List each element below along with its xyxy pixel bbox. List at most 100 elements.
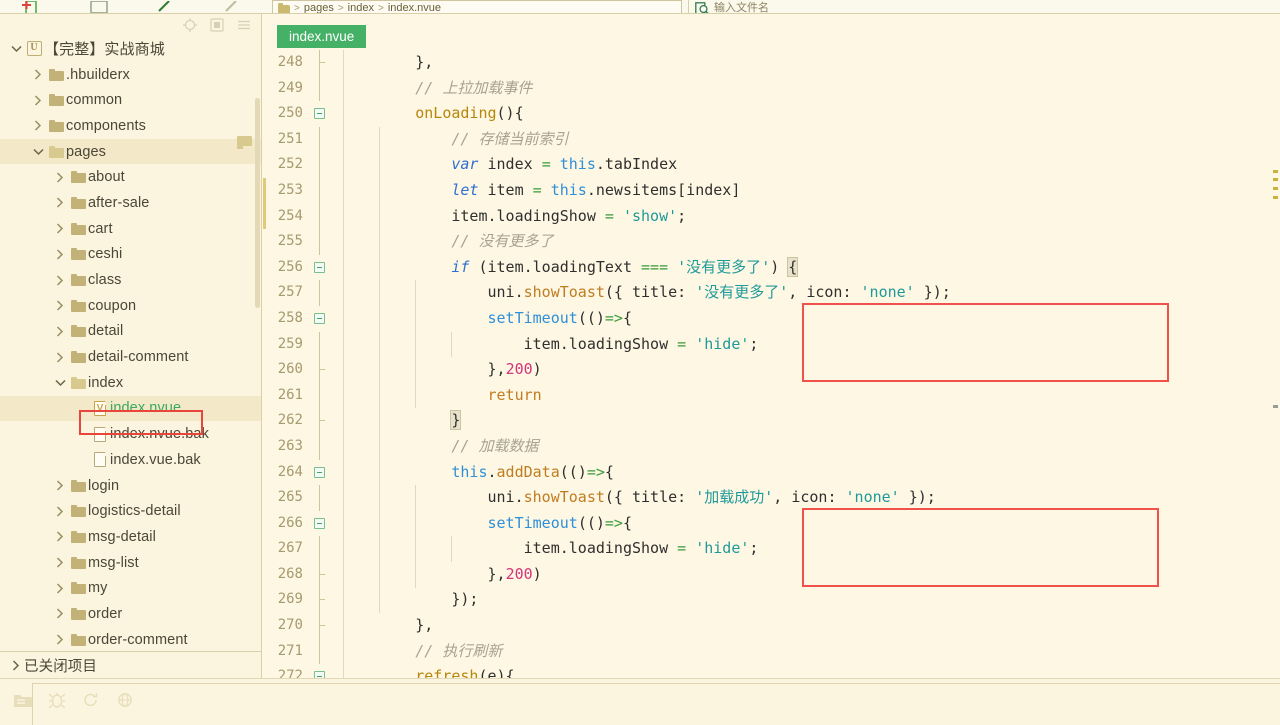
- code-text[interactable]: if (item.loadingText === '没有更多了') {: [334, 255, 1280, 281]
- code-text[interactable]: refresh(e){: [334, 664, 1280, 678]
- refresh-icon[interactable]: [74, 687, 108, 713]
- code-text[interactable]: let item = this.newsitems[index]: [334, 178, 1280, 204]
- sidebar-scrollbar-thumb[interactable]: [255, 98, 260, 308]
- chevron-right-icon[interactable]: [52, 606, 68, 622]
- fold-gutter[interactable]: [308, 126, 334, 153]
- code-text[interactable]: item.loadingShow = 'hide';: [334, 332, 1280, 358]
- breadcrumb-item-index[interactable]: index: [348, 3, 374, 14]
- fold-gutter[interactable]: [308, 587, 334, 614]
- code-text[interactable]: // 没有更多了: [334, 229, 1280, 255]
- back-icon[interactable]: [132, 0, 198, 13]
- code-line[interactable]: 251 // 存储当前索引: [263, 126, 1280, 153]
- code-line[interactable]: 249 // 上拉加载事件: [263, 75, 1280, 102]
- fold-gutter[interactable]: [308, 75, 334, 102]
- forward-icon[interactable]: [198, 0, 264, 13]
- chevron-right-icon[interactable]: [52, 298, 68, 314]
- chevron-right-icon[interactable]: [30, 92, 46, 108]
- code-text[interactable]: uni.showToast({ title: '没有更多了', icon: 'n…: [334, 280, 1280, 306]
- explorer-icon[interactable]: [6, 687, 40, 713]
- tree-item-msg-detail[interactable]: msg-detail: [0, 524, 261, 550]
- tree-item-detail-comment[interactable]: detail-comment: [0, 344, 261, 370]
- code-line[interactable]: 271 // 执行刷新: [263, 638, 1280, 665]
- fold-gutter[interactable]: [308, 177, 334, 204]
- chevron-right-icon[interactable]: [52, 195, 68, 211]
- tree-item-order-comment[interactable]: order-comment: [0, 627, 261, 653]
- fold-gutter[interactable]: [308, 331, 334, 358]
- fold-collapse-icon[interactable]: [314, 108, 325, 120]
- fold-gutter[interactable]: [308, 306, 334, 332]
- code-text[interactable]: setTimeout(()=>{: [334, 511, 1280, 537]
- code-line[interactable]: 252 var index = this.tabIndex: [263, 152, 1280, 178]
- new-file-icon[interactable]: [0, 0, 66, 13]
- tree-item-components[interactable]: components: [0, 113, 261, 139]
- code-text[interactable]: // 执行刷新: [334, 639, 1280, 665]
- code-text[interactable]: },: [334, 50, 1280, 76]
- tree-item-order[interactable]: order: [0, 601, 261, 627]
- fold-gutter[interactable]: [308, 638, 334, 665]
- code-line[interactable]: 269 });: [263, 587, 1280, 614]
- code-line[interactable]: 265 uni.showToast({ title: '加载成功', icon:…: [263, 485, 1280, 511]
- chevron-right-icon[interactable]: [52, 632, 68, 648]
- code-line[interactable]: 261 return: [263, 382, 1280, 409]
- code-line[interactable]: 266 setTimeout(()=>{: [263, 511, 1280, 537]
- code-line[interactable]: 260 },200): [263, 357, 1280, 383]
- chevron-right-icon[interactable]: [52, 323, 68, 339]
- tree-item-detail[interactable]: detail: [0, 319, 261, 345]
- tree-item-index-nvue[interactable]: index.nvue: [0, 395, 261, 422]
- chevron-right-icon[interactable]: [52, 503, 68, 519]
- fold-gutter[interactable]: [308, 511, 334, 537]
- code-text[interactable]: },200): [334, 357, 1280, 383]
- fold-collapse-icon[interactable]: [314, 261, 325, 273]
- code-line[interactable]: 250 onLoading(){: [263, 101, 1280, 127]
- tree-item-pages[interactable]: pages: [0, 135, 261, 165]
- code-line[interactable]: 272 refresh(e){: [263, 664, 1280, 678]
- code-line[interactable]: 270 },: [263, 613, 1280, 639]
- code-line[interactable]: 255 // 没有更多了: [263, 229, 1280, 255]
- code-line[interactable]: 257 uni.showToast({ title: '没有更多了', icon…: [263, 280, 1280, 306]
- fold-collapse-icon[interactable]: [314, 517, 325, 529]
- code-line[interactable]: 267 item.loadingShow = 'hide';: [263, 536, 1280, 562]
- fold-gutter[interactable]: [308, 382, 334, 409]
- closed-projects-section[interactable]: 已关闭项目: [0, 651, 261, 678]
- fold-gutter[interactable]: [308, 536, 334, 562]
- code-line[interactable]: 259 item.loadingShow = 'hide';: [263, 331, 1280, 358]
- fold-gutter[interactable]: [308, 255, 334, 281]
- tree-project-root[interactable]: 【完整】实战商城: [0, 36, 261, 62]
- code-line[interactable]: 262 }: [263, 408, 1280, 434]
- code-text[interactable]: onLoading(){: [334, 101, 1280, 127]
- code-text[interactable]: return: [334, 383, 1280, 409]
- fold-gutter[interactable]: [308, 433, 334, 460]
- fold-collapse-icon[interactable]: [314, 671, 325, 678]
- chevron-right-icon[interactable]: [52, 478, 68, 494]
- overview-ruler[interactable]: [1270, 50, 1280, 678]
- code-text[interactable]: var index = this.tabIndex: [334, 152, 1280, 178]
- fold-gutter[interactable]: [308, 152, 334, 178]
- tree-item-class[interactable]: class: [0, 267, 261, 293]
- collapse-all-icon[interactable]: [209, 18, 224, 33]
- fold-gutter[interactable]: [308, 101, 334, 127]
- breadcrumb-item-pages[interactable]: pages: [304, 3, 334, 14]
- code-text[interactable]: },200): [334, 562, 1280, 588]
- code-line[interactable]: 254 item.loadingShow = 'show';: [263, 203, 1280, 230]
- fold-gutter[interactable]: [308, 229, 334, 255]
- code-text[interactable]: item.loadingShow = 'show';: [334, 204, 1280, 230]
- fold-gutter[interactable]: [308, 485, 334, 511]
- code-line[interactable]: 248 },: [263, 50, 1280, 76]
- debug-icon[interactable]: [40, 687, 74, 713]
- fold-gutter[interactable]: [308, 561, 334, 588]
- tree-item-login[interactable]: login: [0, 473, 261, 499]
- chevron-right-icon[interactable]: [30, 118, 46, 134]
- tree-item-index[interactable]: index: [0, 370, 261, 396]
- code-line[interactable]: 264 this.addData(()=>{: [263, 460, 1280, 486]
- chevron-right-icon[interactable]: [30, 67, 46, 83]
- breadcrumb[interactable]: > pages > index > index.nvue: [272, 0, 682, 14]
- fold-gutter[interactable]: [308, 664, 334, 678]
- fold-gutter[interactable]: [308, 460, 334, 486]
- breadcrumb-item-file[interactable]: index.nvue: [388, 3, 441, 14]
- file-search-box[interactable]: 输入文件名: [688, 0, 1280, 13]
- chevron-down-icon[interactable]: [8, 41, 24, 57]
- menu-icon[interactable]: [236, 18, 251, 33]
- tab-index-nvue[interactable]: index.nvue: [277, 25, 367, 48]
- tree-item--hbuilderx[interactable]: .hbuilderx: [0, 62, 261, 88]
- code-text[interactable]: }: [334, 408, 1280, 434]
